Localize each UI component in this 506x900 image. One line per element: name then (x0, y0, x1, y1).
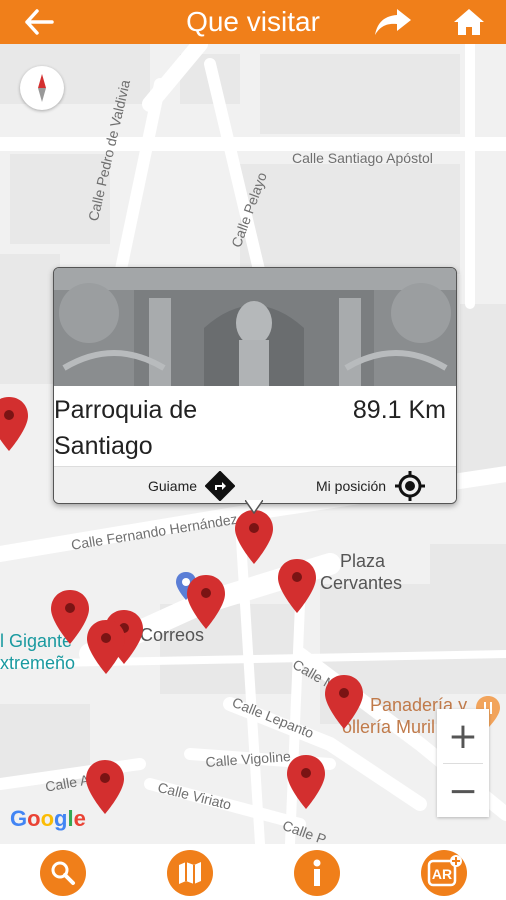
place-name: Plaza (340, 551, 386, 571)
back-button[interactable] (14, 0, 64, 44)
place-distance: 89.1 Km (352, 396, 446, 424)
map-pin[interactable] (278, 559, 316, 613)
map-pin[interactable] (187, 575, 225, 629)
place-label-plaza: Plaza Cervantes (320, 550, 402, 594)
map-pin[interactable] (0, 397, 28, 451)
home-button[interactable] (444, 0, 494, 44)
guide-button[interactable]: Guiame (148, 467, 236, 503)
street-label: Calle Santiago Apóstol (292, 150, 433, 166)
bottom-bar: AR (0, 844, 506, 900)
ar-icon: AR (427, 855, 462, 887)
share-button[interactable] (368, 0, 418, 44)
map-pin[interactable] (87, 620, 125, 674)
zoom-in-button[interactable]: + (437, 709, 489, 763)
info-icon (313, 859, 321, 886)
place-name-line: Parroquia de (54, 396, 198, 424)
guide-label: Guiame (148, 477, 198, 494)
search-icon (51, 861, 75, 885)
compass-button[interactable] (20, 66, 64, 110)
place-name: Cervantes (320, 573, 403, 593)
directions-icon (205, 470, 236, 501)
map-pin[interactable] (86, 760, 124, 814)
place-popup-card[interactable]: Parroquia de Santiago 89.1 Km Guiame Mi … (53, 267, 457, 504)
place-name-line: Santiago (54, 432, 153, 460)
map-pin[interactable] (235, 510, 273, 564)
page-title: Que visitar (186, 6, 320, 37)
compass-icon (38, 74, 46, 102)
google-logo: Google (10, 806, 86, 831)
map-icon (179, 862, 201, 884)
my-position-label: Mi posición (316, 477, 387, 494)
home-icon (454, 9, 484, 35)
ar-button[interactable]: AR (421, 850, 467, 896)
zoom-controls: + − (437, 709, 489, 817)
crosshair-icon (395, 470, 426, 501)
info-button[interactable] (294, 850, 340, 896)
map-pin[interactable] (287, 755, 325, 809)
share-arrow-icon (375, 9, 411, 35)
map-pin[interactable] (51, 590, 89, 644)
map-pin[interactable] (325, 675, 363, 729)
search-button[interactable] (40, 850, 86, 896)
place-photo (54, 268, 456, 386)
ar-label: AR (432, 866, 452, 882)
popup-pointer (245, 500, 263, 514)
place-name: xtremeño (0, 653, 76, 673)
place-name: Parroquia de Santiago (54, 392, 314, 464)
map-button[interactable] (167, 850, 213, 896)
popup-actions: Guiame Mi posición (54, 466, 456, 503)
zoom-out-button[interactable]: − (437, 764, 489, 818)
my-position-button[interactable]: Mi posición (316, 467, 426, 503)
arrow-left-icon (25, 9, 54, 35)
top-bar: Que visitar (0, 0, 506, 44)
